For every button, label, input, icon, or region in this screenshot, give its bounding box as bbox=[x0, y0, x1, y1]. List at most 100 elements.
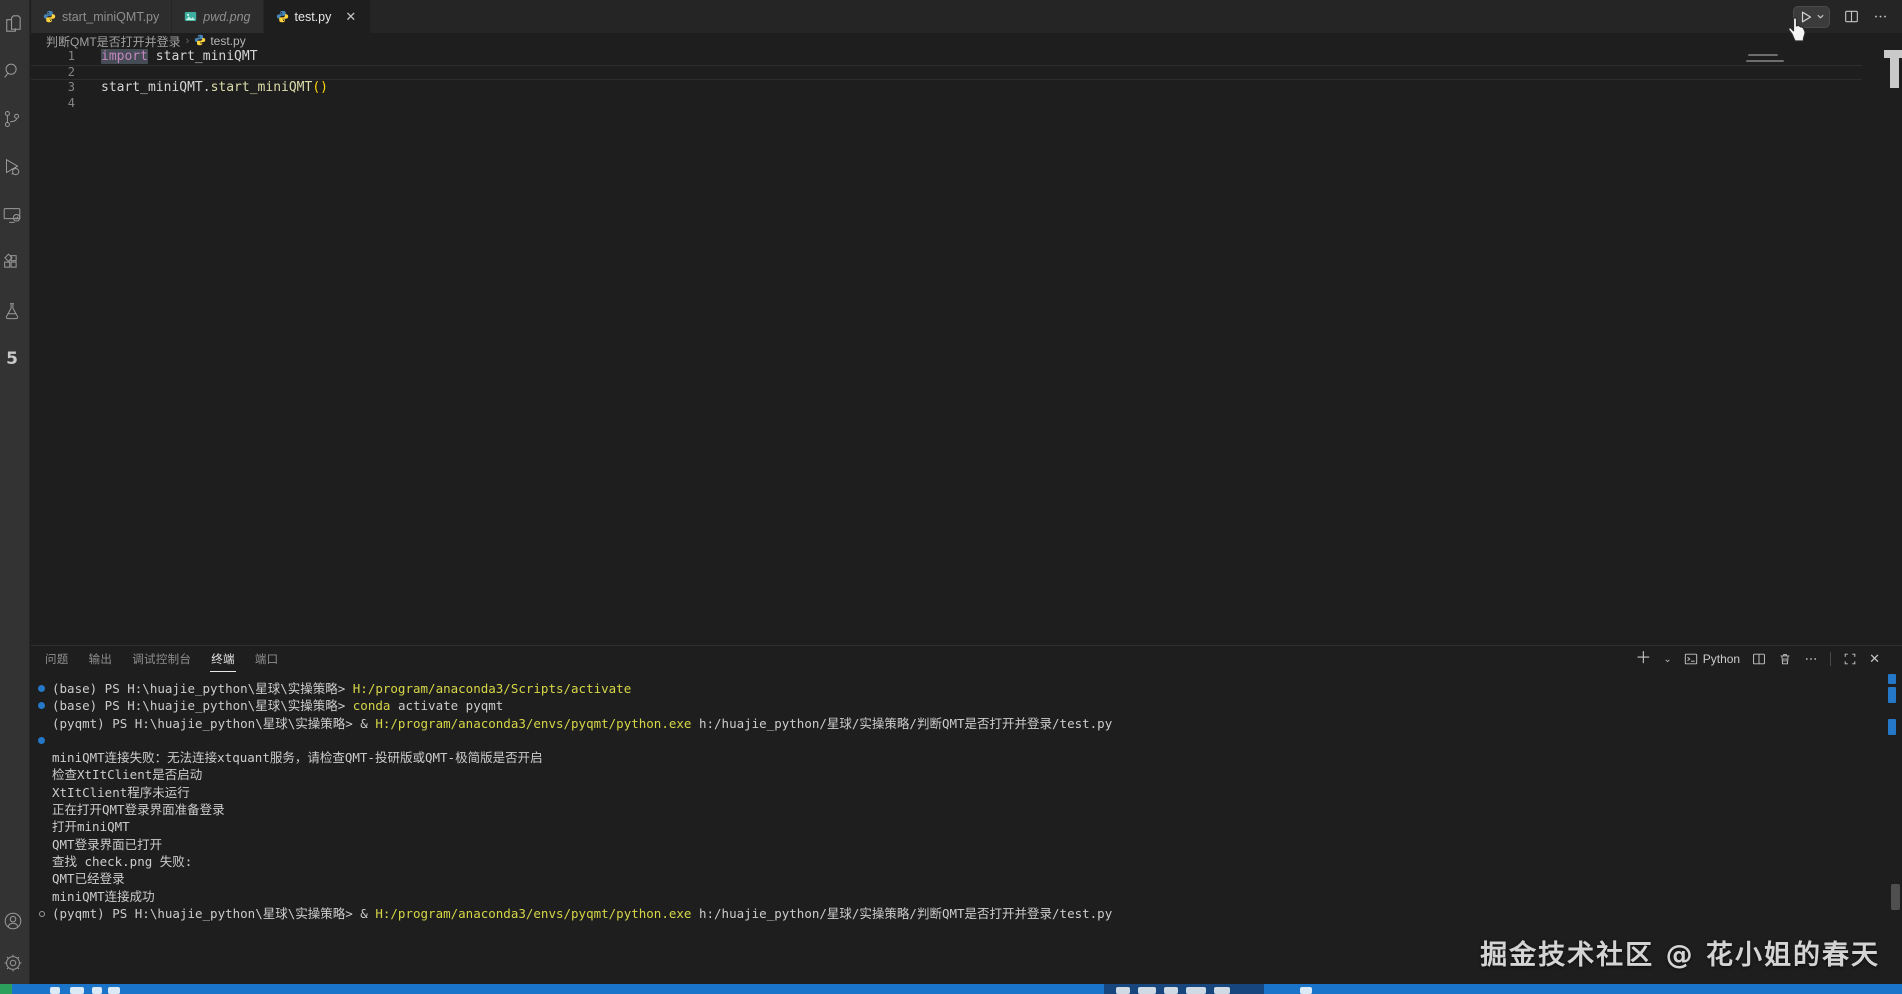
tab-pwd.png[interactable]: pwd.png bbox=[172, 0, 264, 33]
terminal-text: 查找 check.png 失败: bbox=[52, 853, 193, 869]
code-token: start_miniQMT bbox=[147, 49, 258, 64]
terminal-text: H:/program/anaconda3/envs/pyqmt/python.e… bbox=[375, 715, 692, 731]
close-tab-icon[interactable]: ✕ bbox=[343, 9, 358, 24]
code-token: start_miniQMT bbox=[210, 80, 313, 95]
terminal-decoration-mark bbox=[1888, 719, 1896, 735]
activity-bar-source-control[interactable] bbox=[0, 106, 25, 132]
terminal-line: (pyqmt) PS H:\huajie_python\星球\实操策略> & H… bbox=[31, 905, 1878, 922]
terminal-line: (base) PS H:\huajie_python\星球\实操策略> H:/p… bbox=[31, 680, 1878, 697]
terminal-icon bbox=[1684, 653, 1697, 665]
split-terminal-button[interactable] bbox=[1752, 652, 1766, 666]
activity-bar-run-and-debug[interactable] bbox=[0, 154, 25, 180]
settings-icon bbox=[4, 954, 21, 972]
terminal-text: activate pyqmt bbox=[397, 698, 504, 714]
run-button[interactable] bbox=[1793, 5, 1830, 28]
code-editor[interactable]: 1 import start_miniQMT 2 3 start_miniQMT.sta… bbox=[31, 49, 1902, 645]
code-line[interactable]: 1 import start_miniQMT bbox=[31, 49, 1902, 65]
activity-bar-settings[interactable] bbox=[0, 950, 26, 976]
terminal-text: (pyqmt) PS H:\huajie_python\星球\实操策略> & bbox=[52, 905, 376, 921]
terminal-line: XtItClient程序未运行 bbox=[31, 784, 1878, 801]
image-icon bbox=[185, 12, 197, 21]
close-panel-button[interactable]: ✕ bbox=[1869, 651, 1880, 667]
code-line[interactable]: 2 bbox=[31, 65, 1902, 81]
terminal-line: QMT登录界面已打开 bbox=[31, 836, 1878, 853]
breadcrumb[interactable]: 判断QMT是否打开并登录 › test.py bbox=[31, 33, 1902, 49]
source-control-icon bbox=[4, 110, 20, 128]
terminal-instance-python[interactable]: Python bbox=[1684, 652, 1740, 666]
editor-actions bbox=[1793, 0, 1888, 33]
terminal-text: miniQMT连接失败：无法连接xtquant服务，请检查QMT-投研版或QMT… bbox=[52, 750, 543, 766]
terminal-text: QMT已经登录 bbox=[52, 871, 125, 887]
command-success-dot-icon bbox=[38, 737, 45, 745]
command-success-dot-icon bbox=[38, 702, 45, 710]
new-terminal-button[interactable]: ＋ bbox=[1635, 651, 1651, 667]
chevron-down-icon bbox=[1817, 14, 1824, 19]
explorer-icon bbox=[5, 14, 21, 32]
terminal-line: miniQMT连接成功 bbox=[31, 888, 1878, 905]
tab-label: start_miniQMT.py bbox=[62, 9, 160, 24]
python-icon bbox=[276, 10, 288, 23]
terminal-line: 正在打开QMT登录界面准备登录 bbox=[31, 801, 1878, 818]
command-success-dot-icon bbox=[38, 685, 45, 693]
account-icon bbox=[4, 912, 21, 930]
breadcrumb-folder[interactable]: 判断QMT是否打开并登录 bbox=[46, 33, 181, 50]
panel-tab-端口[interactable]: 端口 bbox=[254, 646, 280, 672]
panel-tab-问题[interactable]: 问题 bbox=[44, 646, 70, 672]
code-line[interactable]: 4 bbox=[31, 96, 1902, 112]
maximize-panel-button[interactable] bbox=[1843, 652, 1857, 666]
code-token: () bbox=[312, 80, 328, 95]
activity-bar: 5 bbox=[0, 0, 30, 984]
tab-label: pwd.png bbox=[203, 9, 251, 24]
panel-tab-调试控制台[interactable]: 调试控制台 bbox=[131, 646, 192, 672]
line-number: 3 bbox=[67, 80, 75, 94]
terminal-text: H:/program/anaconda3/envs/pyqmt/python.e… bbox=[375, 905, 692, 921]
terminal-text: conda bbox=[352, 698, 398, 714]
terminal-line: 检查XtItClient是否启动 bbox=[31, 766, 1878, 783]
editor-tab-strip: start_miniQMT.py pwd.png test.py ✕ bbox=[31, 0, 1902, 33]
panel-tab-终端[interactable]: 终端 bbox=[210, 646, 236, 672]
search-icon bbox=[4, 63, 17, 78]
status-segment[interactable] bbox=[1104, 984, 1264, 994]
activity-bar-explorer[interactable] bbox=[0, 10, 25, 36]
terminal-line: 查找 check.png 失败: bbox=[31, 853, 1878, 870]
activity-bar-testing[interactable] bbox=[0, 298, 25, 324]
activity-bar-search[interactable] bbox=[0, 58, 25, 84]
terminal-scrollbar[interactable] bbox=[1891, 884, 1900, 910]
terminal-text: 检查XtItClient是否启动 bbox=[52, 767, 203, 783]
terminal-line bbox=[31, 732, 1878, 749]
more-actions-button[interactable] bbox=[1873, 9, 1888, 24]
breadcrumb-file[interactable]: test.py bbox=[210, 34, 245, 48]
vscode-window: 5 start_miniQMT.pypwd.pngtest.py✕ 判断Q bbox=[0, 0, 1902, 994]
line-number: 4 bbox=[67, 95, 75, 110]
terminal-line: 打开miniQMT bbox=[31, 818, 1878, 835]
panel-more-actions-button[interactable] bbox=[1804, 652, 1818, 666]
code-line[interactable]: 3 start_miniQMT.start_miniQMT() bbox=[31, 80, 1902, 96]
terminal-text: XtItClient程序未运行 bbox=[52, 784, 190, 800]
kill-terminal-button[interactable] bbox=[1778, 652, 1792, 666]
breadcrumb-separator-icon: › bbox=[185, 35, 190, 47]
line-number: 2 bbox=[67, 64, 75, 79]
status-bar-body bbox=[12, 984, 1902, 994]
split-editor-button[interactable] bbox=[1844, 9, 1859, 24]
terminal-decoration-mark bbox=[1888, 674, 1896, 684]
status-bar bbox=[0, 984, 1902, 994]
activity-bar-remote-explorer[interactable] bbox=[0, 202, 25, 228]
activity-bar-account[interactable] bbox=[0, 908, 26, 934]
tab-start_miniQMT.py[interactable]: start_miniQMT.py bbox=[31, 0, 173, 33]
remote-indicator[interactable] bbox=[0, 984, 12, 994]
activity-bar-custom-extension-icon[interactable]: 5 bbox=[0, 346, 25, 372]
terminal-text: 正在打开QMT登录界面准备登录 bbox=[52, 802, 225, 818]
terminal-profile-chevron-icon[interactable]: ⌄ bbox=[1663, 654, 1671, 665]
terminal-text: (base) PS H:\huajie_python\星球\实操策略> bbox=[52, 698, 353, 714]
terminal-text: miniQMT连接成功 bbox=[52, 888, 155, 904]
activity-bar-extensions[interactable] bbox=[0, 250, 25, 276]
terminal-line: miniQMT连接失败：无法连接xtquant服务，请检查QMT-投研版或QMT… bbox=[31, 749, 1878, 766]
panel-tab-输出[interactable]: 输出 bbox=[88, 646, 114, 672]
python-icon bbox=[43, 10, 56, 23]
terminal-line: (base) PS H:\huajie_python\星球\实操策略> cond… bbox=[31, 697, 1878, 714]
terminal-text: h:/huajie_python/星球/实操策略/判断QMT是否打开并登录/te… bbox=[691, 715, 1113, 731]
terminal-line: QMT已经登录 bbox=[31, 870, 1878, 887]
terminal-text: h:/huajie_python/星球/实操策略/判断QMT是否打开并登录/te… bbox=[691, 905, 1113, 921]
tab-test.py[interactable]: test.py ✕ bbox=[263, 0, 372, 33]
custom-extension-icon: 5 bbox=[6, 349, 18, 369]
